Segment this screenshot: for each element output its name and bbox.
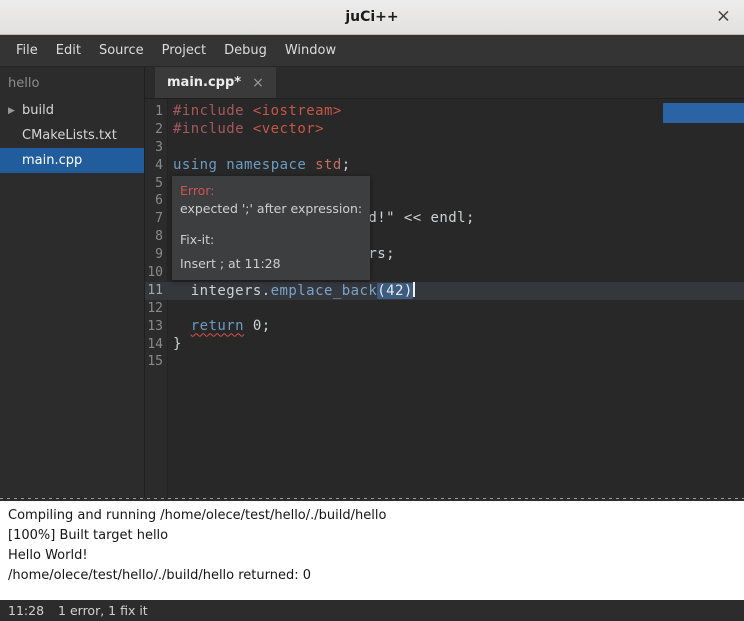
code-line-text: using namespace std; (168, 157, 351, 175)
text-cursor (413, 282, 415, 297)
line-number: 2 (145, 121, 168, 139)
tooltip-error-detail: expected ';' after expression: (180, 200, 362, 218)
code-line-13[interactable]: 13 return 0; (145, 318, 744, 336)
tooltip-fixit-label: Fix-it: (180, 231, 362, 249)
line-number: 5 (145, 175, 168, 193)
titlebar: juCi++ × (0, 0, 744, 35)
terminal-line: Compiling and running /home/olece/test/h… (8, 506, 736, 526)
tooltip-fixit-detail: Insert ; at 11:28 (180, 255, 362, 273)
statusbar: 11:28 1 error, 1 fix it (0, 600, 744, 621)
code-line-1[interactable]: 1#include <iostream> (145, 103, 744, 121)
terminal-line: Hello World! (8, 546, 736, 566)
expand-arrow-icon[interactable]: ▶ (8, 106, 22, 116)
menu-project[interactable]: Project (154, 37, 214, 64)
editor-area: main.cpp* × 1#include <iostream>2#includ… (145, 67, 744, 497)
line-number: 14 (145, 336, 168, 354)
menu-window[interactable]: Window (277, 37, 344, 64)
line-number: 8 (145, 228, 168, 246)
code-line-text (168, 300, 173, 318)
code-line-text (168, 139, 173, 157)
code-line-text: } (168, 336, 182, 354)
menu-debug[interactable]: Debug (216, 37, 275, 64)
tree-item-label: main.cpp (22, 153, 82, 168)
window-title: juCi++ (345, 9, 398, 25)
code-line-2[interactable]: 2#include <vector> (145, 121, 744, 139)
scrollbar-thumb[interactable] (663, 103, 744, 123)
line-number: 9 (145, 246, 168, 264)
terminal-line: [100%] Built target hello (8, 526, 736, 546)
line-number: 3 (145, 139, 168, 157)
line-number: 10 (145, 264, 168, 282)
terminal-output[interactable]: Compiling and running /home/olece/test/h… (0, 501, 744, 600)
tab-label: main.cpp* (167, 75, 241, 90)
code-line-text: #include <iostream> (168, 103, 342, 121)
diagnostics-summary: 1 error, 1 fix it (58, 603, 148, 618)
tree-item-main-cpp[interactable]: main.cpp (0, 148, 144, 173)
code-line-11[interactable]: 11 integers.emplace_back(42) (145, 282, 744, 300)
close-icon[interactable]: × (716, 8, 731, 26)
code-line-3[interactable]: 3 (145, 139, 744, 157)
cursor-position: 11:28 (8, 603, 44, 618)
code-line-14[interactable]: 14} (145, 336, 744, 354)
code-line-text: return 0; (168, 318, 271, 336)
line-number: 4 (145, 157, 168, 175)
code-line-text: #include <vector> (168, 121, 324, 139)
menu-file[interactable]: File (8, 37, 46, 64)
jucipp-window: juCi++ × FileEditSourceProjectDebugWindo… (0, 0, 744, 621)
diagnostic-tooltip: Error: expected ';' after expression: Fi… (172, 176, 370, 280)
tab-main-cpp[interactable]: main.cpp* × (155, 67, 276, 98)
code-line-4[interactable]: 4using namespace std; (145, 157, 744, 175)
tooltip-error-label: Error: (180, 182, 362, 200)
line-number: 1 (145, 103, 168, 121)
project-name: hello (0, 67, 144, 98)
code-line-12[interactable]: 12 (145, 300, 744, 318)
tree-item-label: build (22, 103, 54, 118)
terminal-line: /home/olece/test/hello/./build/hello ret… (8, 566, 736, 586)
line-number: 12 (145, 300, 168, 318)
line-number: 6 (145, 192, 168, 210)
tree-item-cmakelists-txt[interactable]: CMakeLists.txt (0, 123, 144, 148)
menu-edit[interactable]: Edit (48, 37, 89, 64)
file-tree: ▶build CMakeLists.txt main.cpp (0, 98, 144, 173)
main-area: hello ▶build CMakeLists.txt main.cpp main.… (0, 67, 744, 497)
line-number: 13 (145, 318, 168, 336)
tree-item-label: CMakeLists.txt (22, 128, 117, 143)
code-editor[interactable]: 1#include <iostream>2#include <vector>34… (145, 99, 744, 497)
code-line-text: integers.emplace_back(42) (168, 282, 415, 300)
sidebar: hello ▶build CMakeLists.txt main.cpp (0, 67, 145, 497)
menu-source[interactable]: Source (91, 37, 152, 64)
menubar: FileEditSourceProjectDebugWindow (0, 35, 744, 67)
code-line-15[interactable]: 15 (145, 353, 744, 371)
line-number: 11 (145, 282, 168, 300)
tree-item-build[interactable]: ▶build (0, 98, 144, 123)
line-number: 7 (145, 210, 168, 228)
tabbar: main.cpp* × (145, 67, 744, 99)
tab-close-icon[interactable]: × (252, 76, 264, 90)
code-line-text (168, 353, 173, 371)
line-number: 15 (145, 353, 168, 371)
